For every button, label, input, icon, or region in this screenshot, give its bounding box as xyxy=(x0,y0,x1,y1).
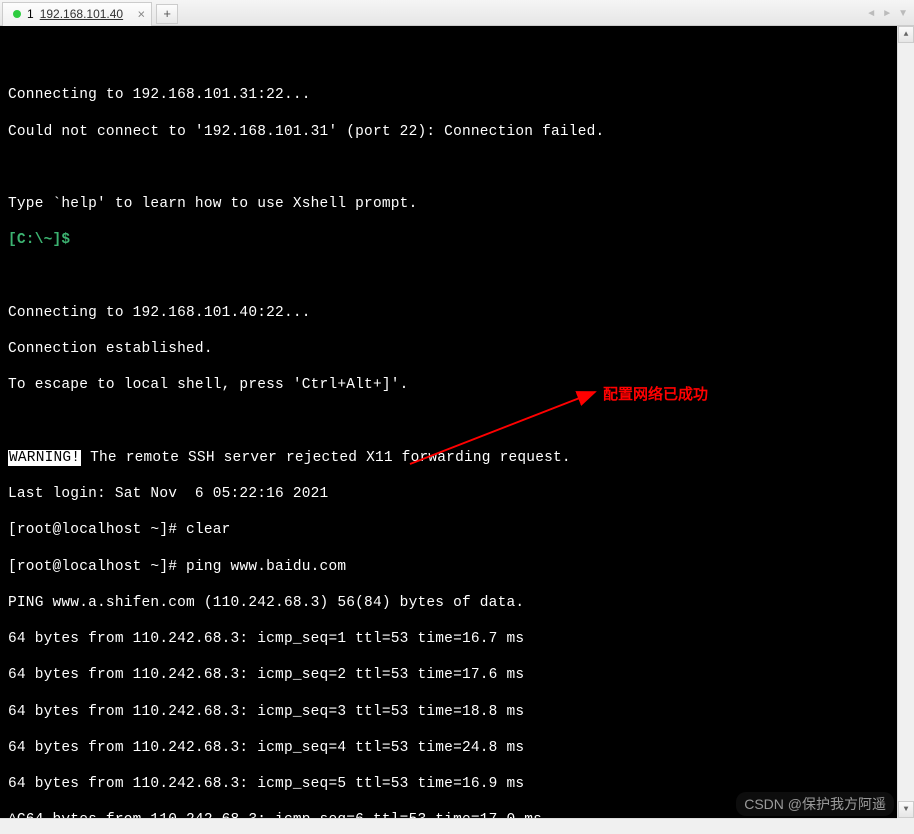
tab-index: 1 xyxy=(27,7,34,21)
output-line: Last login: Sat Nov 6 05:22:16 2021 xyxy=(8,485,906,503)
ping-line: 64 bytes from 110.242.68.3: icmp_seq=1 t… xyxy=(8,630,906,648)
tab-session-1[interactable]: 1 192.168.101.40 × xyxy=(2,2,152,26)
tab-nav-controls: ◄ ► ▼ xyxy=(864,0,910,26)
command-text: clear xyxy=(186,522,231,538)
command-text: ping www.baidu.com xyxy=(186,559,346,575)
annotation-label: 配置网络已成功 xyxy=(603,383,708,404)
output-line: Could not connect to '192.168.101.31' (p… xyxy=(8,123,906,141)
tab-list-icon[interactable]: ▼ xyxy=(896,6,910,21)
warning-badge: WARNING! xyxy=(8,450,81,466)
scroll-down-icon[interactable]: ▼ xyxy=(898,801,914,818)
tab-prev-icon[interactable]: ◄ xyxy=(864,6,878,21)
ping-line: 64 bytes from 110.242.68.3: icmp_seq=3 t… xyxy=(8,703,906,721)
new-tab-button[interactable]: + xyxy=(156,4,178,24)
warning-text: The remote SSH server rejected X11 forwa… xyxy=(81,450,571,466)
watermark: CSDN @保护我方阿遥 xyxy=(736,792,894,816)
local-prompt: [C:\~]$ xyxy=(8,232,70,248)
root-prompt: [root@localhost ~]# xyxy=(8,559,186,575)
tab-title: 192.168.101.40 xyxy=(40,7,123,21)
output-line: Connection established. xyxy=(8,340,906,358)
ping-line: 64 bytes from 110.242.68.3: icmp_seq=4 t… xyxy=(8,739,906,757)
close-icon[interactable]: × xyxy=(138,8,146,21)
root-prompt: [root@localhost ~]# xyxy=(8,522,186,538)
terminal-wrapper: Connecting to 192.168.101.31:22... Could… xyxy=(0,26,914,834)
tab-next-icon[interactable]: ► xyxy=(880,6,894,21)
scroll-up-icon[interactable]: ▲ xyxy=(898,26,914,43)
vertical-scrollbar[interactable]: ▲ ▼ xyxy=(897,26,914,818)
horizontal-scrollbar[interactable] xyxy=(0,818,897,834)
output-line: PING www.a.shifen.com (110.242.68.3) 56(… xyxy=(8,594,906,612)
output-line: Connecting to 192.168.101.31:22... xyxy=(8,86,906,104)
connection-status-icon xyxy=(13,10,21,18)
output-line: Connecting to 192.168.101.40:22... xyxy=(8,304,906,322)
ping-line: 64 bytes from 110.242.68.3: icmp_seq=5 t… xyxy=(8,775,906,793)
output-line: Type `help' to learn how to use Xshell p… xyxy=(8,195,906,213)
tab-bar: 1 192.168.101.40 × + ◄ ► ▼ xyxy=(0,0,914,26)
scroll-corner xyxy=(897,818,914,834)
output-line: To escape to local shell, press 'Ctrl+Al… xyxy=(8,376,906,394)
terminal-output[interactable]: Connecting to 192.168.101.31:22... Could… xyxy=(0,26,914,834)
ping-line: 64 bytes from 110.242.68.3: icmp_seq=2 t… xyxy=(8,666,906,684)
